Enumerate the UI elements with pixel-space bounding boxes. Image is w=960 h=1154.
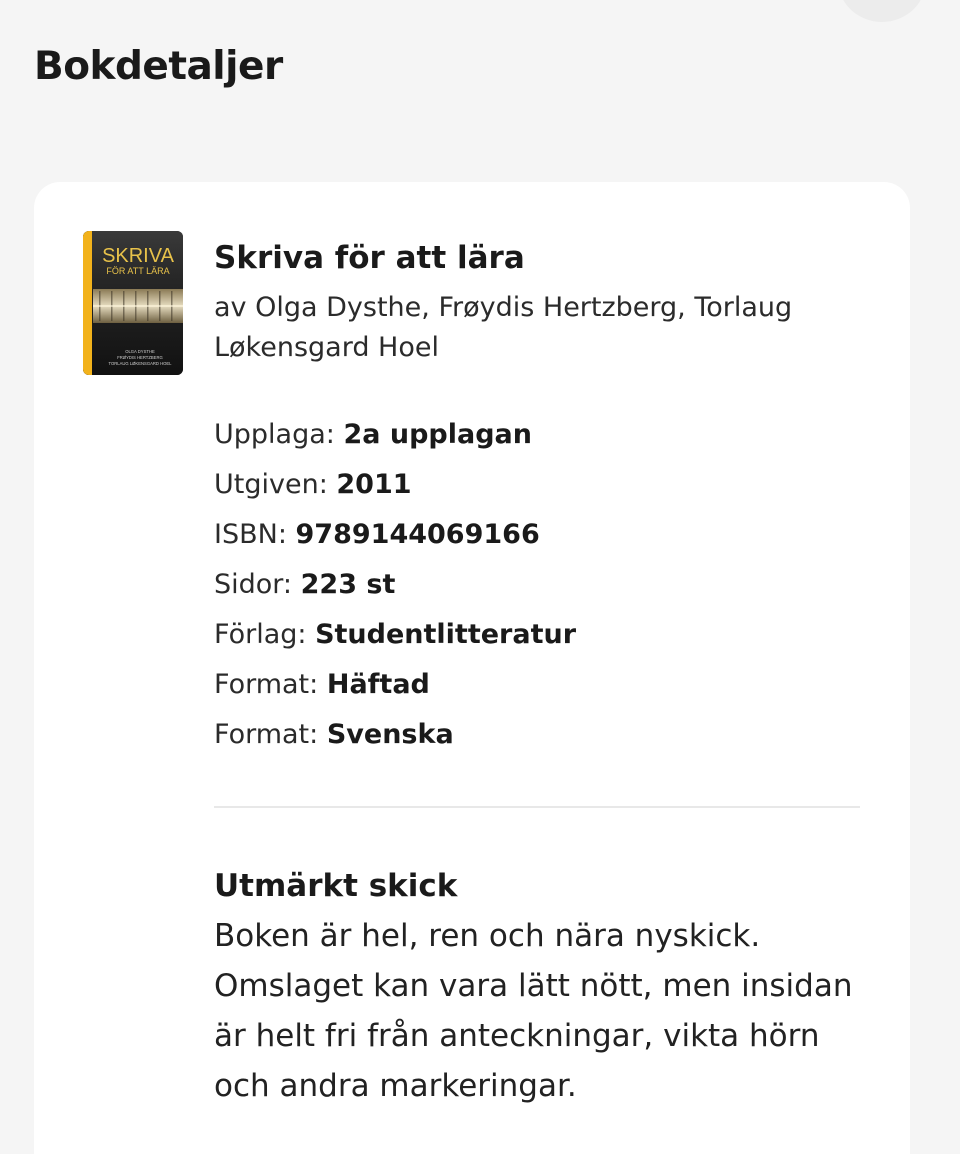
detail-language: Format: Svenska [214,710,864,760]
detail-label: ISBN: [214,519,287,550]
book-details-page: Bokdetaljer SKRIVA FÖR ATT LÄRA OLGA DYS… [0,0,960,1154]
detail-label: Utgiven: [214,469,328,500]
header-action-button[interactable] [838,0,926,22]
book-info: Skriva för att lära av Olga Dysthe, Frøy… [214,238,864,1111]
detail-label: Sidor: [214,569,293,600]
detail-isbn: ISBN: 9789144069166 [214,510,864,560]
detail-value: Häftad [326,669,430,700]
book-card: SKRIVA FÖR ATT LÄRA OLGA DYSTHE FRØYDIS … [34,182,910,1154]
cover-author-1: OLGA DYSTHE [125,349,155,354]
book-title: Skriva för att lära [214,240,525,276]
condition-title: Utmärkt skick [214,868,458,904]
cover-title-line2: FÖR ATT LÄRA [106,266,169,276]
detail-format: Format: Häftad [214,660,864,710]
cover-title-line1: SKRIVA [102,245,175,267]
cover-accent-strip [83,231,92,375]
detail-publisher: Förlag: Studentlitteratur [214,610,864,660]
book-authors: av Olga Dysthe, Frøydis Hertzberg, Torla… [214,292,793,363]
detail-published: Utgiven: 2011 [214,460,864,510]
page-title: Bokdetaljer [34,44,283,89]
book-details-list: Upplaga: 2a upplagan Utgiven: 2011 ISBN:… [214,410,864,760]
detail-value: Studentlitteratur [315,619,577,650]
detail-label: Format: [214,719,319,750]
detail-value: 2a upplagan [343,419,532,450]
detail-label: Förlag: [214,619,307,650]
detail-value: 223 st [300,569,396,600]
book-cover-art: SKRIVA FÖR ATT LÄRA OLGA DYSTHE FRØYDIS … [83,231,183,375]
detail-value: Svenska [326,719,454,750]
condition-description: Boken är hel, ren och nära nyskick. Omsl… [214,918,853,1104]
detail-label: Upplaga: [214,419,335,450]
detail-value: 2011 [336,469,412,500]
cover-author-3: TORLAUG LØKENSGARD HOEL [109,361,173,366]
cover-author-2: FRØYDIS HERTZBERG [117,355,163,360]
detail-edition: Upplaga: 2a upplagan [214,410,864,460]
section-divider [214,806,860,808]
detail-pages: Sidor: 223 st [214,560,864,610]
detail-value: 9789144069166 [295,519,540,550]
book-cover-image: SKRIVA FÖR ATT LÄRA OLGA DYSTHE FRØYDIS … [83,231,183,375]
detail-label: Format: [214,669,319,700]
